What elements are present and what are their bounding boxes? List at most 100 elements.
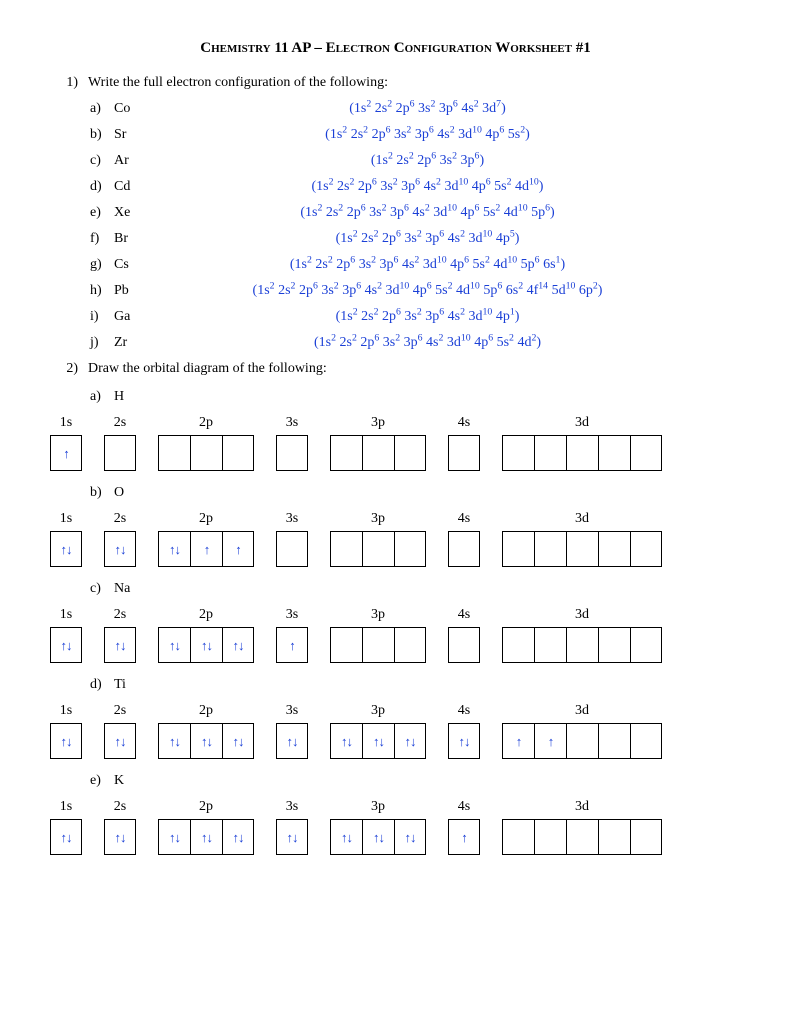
orbital-group-4s: 4s xyxy=(448,607,480,663)
electron-configuration: (1s2 2s2 2p6 3s2 3p6 4s2 3d7) xyxy=(154,101,741,117)
orbital-box xyxy=(502,435,534,471)
orbital-label: 3s xyxy=(286,703,298,719)
electron-configuration: (1s2 2s2 2p6 3s2 3p6 4s2 3d10 4p1) xyxy=(154,309,741,325)
orbital-group-1s: 1s↑ xyxy=(50,415,82,471)
item-letter: h) xyxy=(90,283,114,299)
orbital-label: 3p xyxy=(371,415,385,431)
orbital-group-2s: 2s↑↓ xyxy=(104,703,136,759)
item-letter: c) xyxy=(90,153,114,169)
up-down-arrow-icon: ↑↓ xyxy=(373,734,384,749)
element-symbol: Ti xyxy=(114,677,154,693)
orbital-box: ↑↓ xyxy=(394,723,426,759)
electron-configuration: (1s2 2s2 2p6 3s2 3p6 4s2 3d10 4p6 5s2 4d… xyxy=(154,283,741,299)
up-arrow-icon: ↑ xyxy=(204,542,210,557)
up-down-arrow-icon: ↑↓ xyxy=(201,734,212,749)
item-letter: d) xyxy=(90,179,114,195)
item-letter: a) xyxy=(90,101,114,117)
orbital-box xyxy=(534,819,566,855)
orbital-box xyxy=(566,435,598,471)
orbital-group-3d: 3d xyxy=(502,511,662,567)
element-symbol: Zr xyxy=(114,335,154,351)
item-letter: b) xyxy=(90,127,114,143)
q1-answer-list: a)Co(1s2 2s2 2p6 3s2 3p6 4s2 3d7) b)Sr(1s… xyxy=(90,101,741,355)
orbital-box: ↑↓ xyxy=(448,723,480,759)
orbital-box: ↑ xyxy=(222,531,254,567)
electron-configuration: (1s2 2s2 2p6 3s2 3p6 4s2 3d10 4p5) xyxy=(154,231,741,247)
element-symbol: Br xyxy=(114,231,154,247)
orbital-box: ↑↓ xyxy=(158,531,190,567)
orbital-box: ↑↓ xyxy=(276,723,308,759)
orbital-group-3p: 3p xyxy=(330,415,426,471)
orbital-box xyxy=(276,435,308,471)
orbital-diagram: 1s↑↓2s↑↓2p↑↓↑↓↑↓3s↑↓3p↑↓↑↓↑↓4s↑3d xyxy=(50,799,741,855)
orbital-label: 1s xyxy=(60,703,72,719)
up-arrow-icon: ↑ xyxy=(461,830,467,845)
orbital-label: 1s xyxy=(60,607,72,623)
orbital-box xyxy=(630,819,662,855)
orbital-group-3s: 3s xyxy=(276,511,308,567)
orbital-label: 4s xyxy=(458,511,470,527)
orbital-label: 3s xyxy=(286,415,298,431)
orbital-box: ↑ xyxy=(50,435,82,471)
q1-item: b)Sr(1s2 2s2 2p6 3s2 3p6 4s2 3d10 4p6 5s… xyxy=(90,127,741,147)
orbital-label: 2s xyxy=(114,511,126,527)
orbital-label: 2p xyxy=(199,703,213,719)
orbital-label: 3s xyxy=(286,511,298,527)
orbital-label: 4s xyxy=(458,607,470,623)
orbital-box xyxy=(362,627,394,663)
orbital-label: 3s xyxy=(286,799,298,815)
orbital-group-4s: 4s↑↓ xyxy=(448,703,480,759)
orbital-box: ↑↓ xyxy=(104,627,136,663)
item-letter: f) xyxy=(90,231,114,247)
orbital-diagram: 1s↑2s2p3s3p4s3d xyxy=(50,415,741,471)
orbital-box xyxy=(566,627,598,663)
orbital-box xyxy=(394,627,426,663)
orbital-box xyxy=(630,531,662,567)
orbital-box xyxy=(534,531,566,567)
up-down-arrow-icon: ↑↓ xyxy=(405,830,416,845)
q2-item-header: e)K xyxy=(90,773,741,793)
orbital-group-2p: 2p↑↓↑↓↑↓ xyxy=(158,703,254,759)
orbital-box xyxy=(502,627,534,663)
orbital-label: 3p xyxy=(371,607,385,623)
up-down-arrow-icon: ↑↓ xyxy=(169,734,180,749)
orbital-group-2s: 2s ↑↓ xyxy=(104,607,136,663)
orbital-box: ↑↓ xyxy=(190,627,222,663)
orbital-label: 2p xyxy=(199,415,213,431)
q1-item: j)Zr(1s2 2s2 2p6 3s2 3p6 4s2 3d10 4p6 5s… xyxy=(90,335,741,355)
electron-configuration: (1s2 2s2 2p6 3s2 3p6 4s2 3d10 4p6 5s2 4d… xyxy=(154,179,741,195)
q1-number: 1) xyxy=(50,75,88,91)
up-down-arrow-icon: ↑↓ xyxy=(115,830,126,845)
q1-item: g)Cs(1s2 2s2 2p6 3s2 3p6 4s2 3d10 4p6 5s… xyxy=(90,257,741,277)
q1-item: a)Co(1s2 2s2 2p6 3s2 3p6 4s2 3d7) xyxy=(90,101,741,121)
page-title: Chemistry 11 AP – Electron Configuration… xyxy=(50,40,741,57)
up-down-arrow-icon: ↑↓ xyxy=(169,542,180,557)
orbital-diagram: 1s↑↓2s↑↓2p↑↓↑↓↑↓3s↑↓3p↑↓↑↓↑↓4s↑↓3d↑↑ xyxy=(50,703,741,759)
orbital-group-1s: 1s ↑↓ xyxy=(50,703,82,759)
up-down-arrow-icon: ↑↓ xyxy=(169,830,180,845)
orbital-box: ↑↓ xyxy=(362,819,394,855)
q1-item: h)Pb(1s2 2s2 2p6 3s2 3p6 4s2 3d10 4p6 5s… xyxy=(90,283,741,303)
orbital-box xyxy=(158,435,190,471)
element-symbol: Na xyxy=(114,581,154,597)
up-down-arrow-icon: ↑↓ xyxy=(61,542,72,557)
q1-item: f)Br(1s2 2s2 2p6 3s2 3p6 4s2 3d10 4p5) xyxy=(90,231,741,251)
up-down-arrow-icon: ↑↓ xyxy=(61,638,72,653)
item-letter: j) xyxy=(90,335,114,351)
orbital-group-2p: 2p↑↓↑↓↑↓ xyxy=(158,799,254,855)
orbital-box: ↑↓ xyxy=(158,819,190,855)
up-down-arrow-icon: ↑↓ xyxy=(233,830,244,845)
orbital-box: ↑↓ xyxy=(190,819,222,855)
orbital-group-3d: 3d xyxy=(502,799,662,855)
orbital-box xyxy=(598,531,630,567)
up-down-arrow-icon: ↑↓ xyxy=(61,734,72,749)
up-down-arrow-icon: ↑↓ xyxy=(115,542,126,557)
q2-text: Draw the orbital diagram of the followin… xyxy=(88,361,741,377)
orbital-box xyxy=(362,435,394,471)
orbital-box xyxy=(448,627,480,663)
q2-item-header: b)O xyxy=(90,485,741,505)
orbital-label: 2s xyxy=(114,607,126,623)
orbital-box: ↑ xyxy=(276,627,308,663)
up-down-arrow-icon: ↑↓ xyxy=(61,830,72,845)
orbital-box: ↑↓ xyxy=(158,723,190,759)
